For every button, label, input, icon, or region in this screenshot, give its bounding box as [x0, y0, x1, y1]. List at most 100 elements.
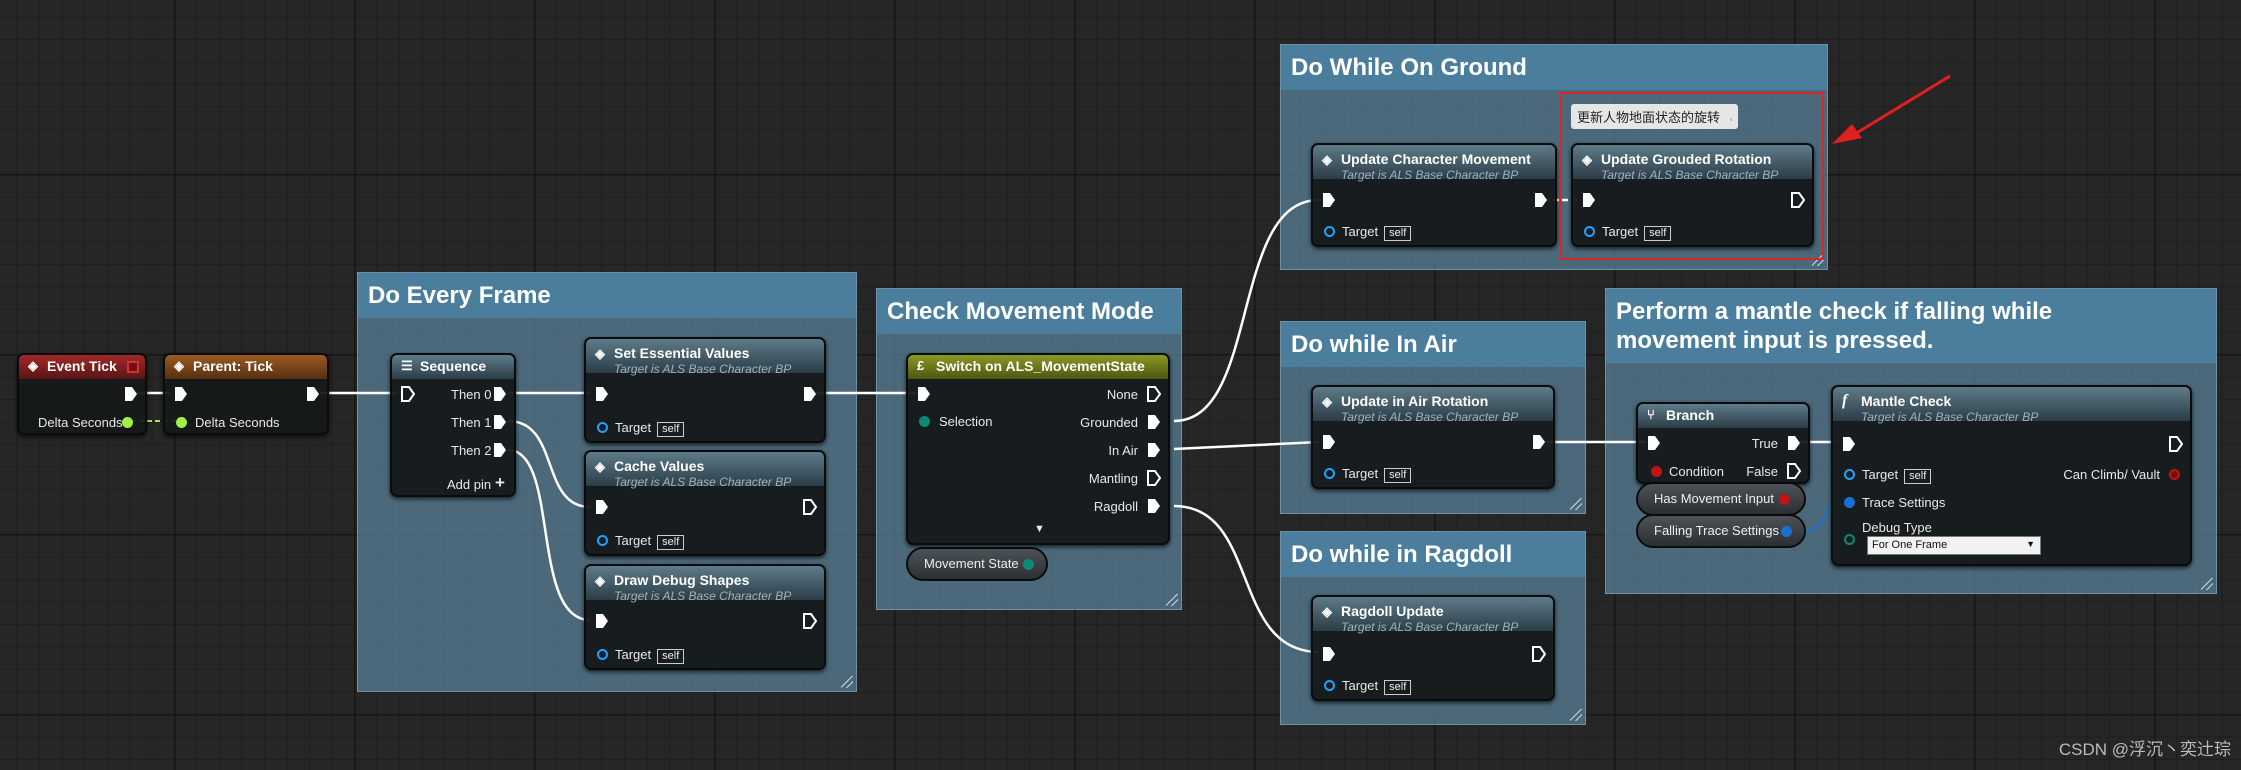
exec-in-pin[interactable] — [1582, 192, 1596, 208]
bool-out-pin[interactable] — [2169, 469, 2180, 480]
exec-out-pin[interactable] — [803, 386, 817, 402]
exec-in-pin[interactable] — [1842, 436, 1856, 452]
self-value-box[interactable]: self — [657, 649, 685, 664]
exec-in-pin[interactable] — [917, 386, 931, 402]
exec-in-pin[interactable] — [595, 613, 609, 629]
var-falling-trace-settings[interactable]: Falling Trace Settings — [1636, 514, 1806, 548]
var-label: Has Movement Input — [1654, 491, 1774, 506]
exec-out-pin[interactable] — [493, 414, 507, 430]
struct-in-pin[interactable] — [1844, 497, 1855, 508]
node-set-essential-values[interactable]: ◈ Set Essential Values Target is ALS Bas… — [584, 337, 826, 443]
node-title: Set Essential Values — [614, 345, 750, 361]
exec-in-pin[interactable] — [1647, 435, 1661, 451]
exec-out-pin[interactable] — [1787, 435, 1801, 451]
node-switch-movement-state[interactable]: £ Switch on ALS_MovementState Selection … — [906, 353, 1170, 545]
exec-out-pin[interactable] — [1147, 442, 1161, 458]
self-value-box[interactable]: self — [1384, 680, 1412, 695]
node-title: Draw Debug Shapes — [614, 572, 750, 588]
target-pin: Target self — [1342, 466, 1412, 483]
node-header: ◈ Set Essential Values Target is ALS Bas… — [586, 339, 824, 376]
self-value-box[interactable]: self — [1384, 468, 1412, 483]
advanced-chevron-down-icon[interactable]: ▼ — [1034, 523, 1045, 535]
exec-in-pin[interactable] — [595, 386, 609, 402]
comment-bubble-text: 更新人物地面状态的旋转 — [1577, 110, 1721, 125]
node-draw-debug-shapes[interactable]: ◈ Draw Debug Shapes Target is ALS Base C… — [584, 564, 826, 670]
node-mantle-check[interactable]: f Mantle Check Target is ALS Base Charac… — [1831, 385, 2192, 566]
exec-out-pin[interactable] — [306, 386, 320, 402]
add-pin-button[interactable]: Add pin — [447, 477, 491, 492]
self-value-box[interactable]: self — [657, 535, 685, 550]
exec-out-pin[interactable] — [1147, 498, 1161, 514]
exec-in-pin[interactable] — [1322, 434, 1336, 450]
node-header: ◈ Parent: Tick — [165, 355, 327, 379]
exec-out-pin[interactable] — [1791, 192, 1805, 208]
node-subtitle: Target is ALS Base Character BP — [1341, 620, 1519, 634]
exec-out-pin[interactable] — [1147, 470, 1161, 486]
exec-out-pin[interactable] — [1147, 386, 1161, 402]
enum-in-pin[interactable] — [1844, 534, 1855, 545]
self-value-box[interactable]: self — [1384, 226, 1412, 241]
enum-out-pin[interactable] — [1023, 559, 1034, 570]
object-in-pin[interactable] — [597, 649, 608, 660]
output-in-air-label: In Air — [1108, 443, 1138, 458]
exec-in-pin[interactable] — [174, 386, 188, 402]
var-movement-state[interactable]: Movement State — [906, 547, 1048, 581]
object-in-pin[interactable] — [1324, 468, 1335, 479]
exec-out-pin[interactable] — [1534, 192, 1548, 208]
self-value-box[interactable]: self — [657, 422, 685, 437]
node-title: Parent: Tick — [193, 358, 273, 374]
exec-out-pin[interactable] — [1532, 434, 1546, 450]
exec-out-pin[interactable] — [2169, 436, 2183, 452]
float-out-pin[interactable] — [122, 417, 133, 428]
exec-out-pin[interactable] — [124, 386, 138, 402]
object-in-pin[interactable] — [1324, 226, 1335, 237]
node-header: f Mantle Check Target is ALS Base Charac… — [1833, 387, 2190, 424]
node-ragdoll-update[interactable]: ◈ Ragdoll Update Target is ALS Base Char… — [1311, 595, 1555, 701]
exec-in-pin[interactable] — [1322, 192, 1336, 208]
object-in-pin[interactable] — [1324, 680, 1335, 691]
bool-out-pin[interactable] — [1779, 494, 1790, 505]
exec-out-pin[interactable] — [1787, 463, 1801, 479]
bool-in-pin[interactable] — [1651, 466, 1662, 477]
node-branch[interactable]: ⑂ Branch True Condition False — [1636, 402, 1810, 484]
self-value-box[interactable]: self — [1904, 469, 1932, 484]
node-parent-tick[interactable]: ◈ Parent: Tick Delta Seconds — [163, 353, 329, 435]
exec-out-pin[interactable] — [1532, 646, 1546, 662]
pin-label: Target — [1342, 678, 1379, 693]
node-update-character-movement[interactable]: ◈ Update Character Movement Target is AL… — [1311, 143, 1557, 247]
exec-out-pin[interactable] — [493, 442, 507, 458]
exec-out-pin[interactable] — [803, 499, 817, 515]
node-cache-values[interactable]: ◈ Cache Values Target is ALS Base Charac… — [584, 450, 826, 556]
object-in-pin[interactable] — [597, 535, 608, 546]
function-diamond-icon: ◈ — [595, 459, 605, 474]
node-title: Mantle Check — [1861, 393, 1952, 409]
pin-bubble-icon[interactable]: ▫ — [1730, 115, 1733, 124]
exec-in-pin[interactable] — [595, 499, 609, 515]
target-pin: Target self — [615, 420, 685, 437]
delegate-pin-icon[interactable] — [127, 361, 139, 373]
chevron-down-icon: ▼ — [2026, 539, 2035, 549]
node-event-tick[interactable]: ◈ Event Tick Delta Seconds — [17, 353, 147, 435]
node-update-grounded-rotation[interactable]: ◈ Update Grouded Rotation Target is ALS … — [1571, 143, 1814, 247]
var-has-movement-input[interactable]: Has Movement Input — [1636, 482, 1806, 516]
node-header: £ Switch on ALS_MovementState — [908, 355, 1168, 379]
exec-out-pin[interactable] — [1147, 414, 1161, 430]
exec-out-pin[interactable] — [803, 613, 817, 629]
exec-in-pin[interactable] — [1322, 646, 1336, 662]
node-sequence[interactable]: ☰ Sequence Then 0 Then 1 Then 2 Add pin … — [390, 353, 516, 497]
enum-in-pin[interactable] — [919, 416, 930, 427]
target-pin: Target self — [615, 533, 685, 550]
node-update-in-air-rotation[interactable]: ◈ Update in Air Rotation Target is ALS B… — [1311, 385, 1555, 489]
object-in-pin[interactable] — [1844, 469, 1855, 480]
add-plus-icon[interactable]: + — [495, 473, 505, 493]
object-in-pin[interactable] — [1584, 226, 1595, 237]
float-in-pin[interactable] — [176, 417, 187, 428]
object-in-pin[interactable] — [597, 422, 608, 433]
debug-type-dropdown[interactable]: For One Frame ▼ — [1867, 536, 2041, 555]
self-value-box[interactable]: self — [1644, 226, 1672, 241]
node-title: Sequence — [420, 358, 487, 374]
exec-out-pin[interactable] — [493, 386, 507, 402]
pin-label: Target — [1862, 467, 1899, 482]
struct-out-pin[interactable] — [1781, 526, 1792, 537]
exec-in-pin[interactable] — [401, 386, 415, 402]
